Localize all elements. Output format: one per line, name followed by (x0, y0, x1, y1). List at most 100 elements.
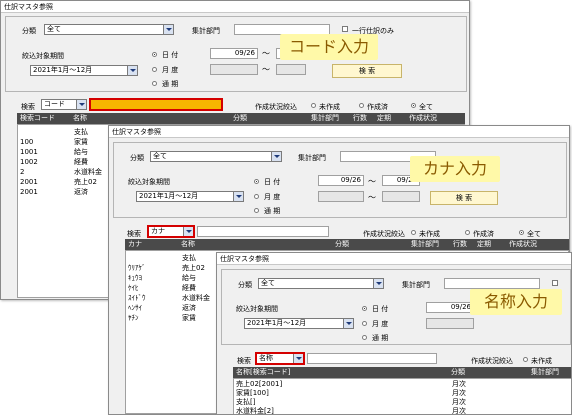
kana-input[interactable] (197, 226, 329, 237)
tsuki-radio[interactable] (362, 335, 367, 340)
hizuke-radio[interactable] (362, 306, 367, 311)
col-header[interactable]: 作成状況 (409, 113, 437, 124)
table-row[interactable]: 家賃[100] 月次 (234, 389, 571, 398)
list-header: 名称[検索コード] 分類 集計部門 (233, 367, 571, 378)
col-header[interactable]: 名称[検索コード] (236, 367, 290, 378)
col-header[interactable]: 行数 (353, 113, 367, 124)
col-header[interactable]: 定期 (377, 113, 391, 124)
row-name: 経費 (182, 284, 196, 292)
misakusei-label: 未作成 (531, 357, 552, 365)
month-to-input[interactable] (276, 64, 306, 75)
date-from-input[interactable]: 09/26 (210, 48, 258, 59)
zenbu-radio[interactable] (411, 103, 416, 108)
period-select[interactable]: 2021年1月～12月 (30, 65, 138, 76)
getsudo-label: 月 度 (264, 193, 281, 201)
row-name: 支払 (74, 128, 88, 136)
search-button[interactable]: 検 索 (430, 191, 498, 205)
chevron-down-icon (76, 100, 86, 109)
col-header[interactable]: 名称 (73, 113, 87, 124)
row-kana: ﾔﾁﾝ (128, 314, 139, 322)
bunrui-select[interactable]: 全て (44, 24, 174, 35)
date-from-input[interactable]: 09/26 (318, 175, 364, 186)
date-from-value: 09/26 (340, 176, 361, 184)
window-title: 仕訳マスタ参照 (109, 126, 569, 138)
misakusei-radio[interactable] (523, 357, 528, 362)
sakuseizumi-radio[interactable] (359, 103, 364, 108)
month-from-input[interactable] (210, 64, 258, 75)
month-from-input[interactable] (426, 318, 474, 329)
row-name: 水道料金[2] (236, 407, 274, 415)
sakusei-label: 作成状況絞込 (255, 103, 297, 111)
name-input[interactable] (307, 353, 437, 364)
kikan-label: 絞込対象期間 (236, 305, 278, 313)
search-mode-select[interactable]: カナ (147, 225, 195, 238)
date-from-input[interactable]: 09/26 (426, 302, 474, 313)
table-row[interactable]: 売上02[2001] 月次 (234, 380, 571, 389)
misakusei-radio[interactable] (411, 230, 416, 235)
tsuki-radio[interactable] (254, 208, 259, 213)
chevron-down-icon (271, 152, 281, 161)
row-name: 返済 (74, 188, 88, 196)
period-select[interactable]: 2021年1月～12月 (244, 318, 354, 329)
col-header[interactable]: 分類 (233, 113, 247, 124)
search-button[interactable]: 検 索 (332, 64, 402, 78)
col-header[interactable]: 行数 (453, 239, 467, 250)
col-header[interactable]: 集計部門 (311, 113, 339, 124)
col-header[interactable]: 検索コード (20, 113, 55, 124)
misakusei-label: 未作成 (319, 103, 340, 111)
row-name: 支払 (182, 254, 196, 262)
col-header[interactable]: カナ (128, 239, 142, 250)
month-to-input[interactable] (382, 191, 420, 202)
tilde: ～ (368, 193, 376, 202)
getsudo-radio[interactable] (362, 321, 367, 326)
kensaku-label: 検索 (237, 357, 251, 365)
row-category: 月次 (452, 389, 466, 397)
bunrui-select[interactable]: 全て (150, 151, 282, 162)
ichigyou-checkbox[interactable] (342, 26, 348, 32)
row-name: 家賃 (74, 138, 88, 146)
hizuke-radio[interactable] (254, 179, 259, 184)
getsudo-radio[interactable] (254, 194, 259, 199)
sakuseizumi-label: 作成済 (367, 103, 388, 111)
list-header: 検索コード 名称 分類 集計部門 行数 定期 作成状況 (17, 113, 465, 124)
zenbu-radio[interactable] (519, 230, 524, 235)
col-header[interactable]: 集計部門 (531, 367, 559, 378)
bunrui-value: 全て (153, 152, 167, 160)
search-mode-select[interactable]: 名称 (255, 352, 305, 365)
sakuseizumi-label: 作成済 (473, 230, 494, 238)
tilde: ～ (368, 177, 376, 186)
chevron-down-icon (293, 354, 303, 363)
sakusei-label: 作成状況絞込 (363, 230, 405, 238)
col-header[interactable]: 名称 (181, 239, 195, 250)
col-header[interactable]: 分類 (335, 239, 349, 250)
row-name: 給与 (182, 274, 196, 282)
table-row[interactable]: 支払[] 月次 (234, 398, 571, 407)
hizuke-radio[interactable] (152, 52, 157, 57)
row-name: 家賃[100] (236, 389, 269, 397)
sakuseizumi-radio[interactable] (465, 230, 470, 235)
row-name: 水道料金 (182, 294, 210, 302)
col-header[interactable]: 分類 (451, 367, 465, 378)
filter-panel: 分類 全て 集計部門 一行仕訳のみ 絞込対象期間 2021年1月～12月 日 付… (5, 16, 467, 92)
period-value: 2021年1月～12月 (247, 319, 307, 327)
row-name: 家賃 (182, 314, 196, 322)
search-mode-select[interactable]: コード (41, 99, 87, 110)
code-input[interactable] (89, 98, 223, 111)
bunrui-select[interactable]: 全て (258, 278, 384, 289)
result-list: 売上02[2001] 月次 家賃[100] 月次 支払[] 月次 水道料金[2] 月次 (233, 378, 571, 415)
col-header[interactable]: 定期 (477, 239, 491, 250)
hizuke-label: 日 付 (162, 51, 179, 59)
col-header[interactable]: 集計部門 (411, 239, 439, 250)
col-header[interactable]: 作成状況 (509, 239, 537, 250)
tsuki-radio[interactable] (152, 81, 157, 86)
month-from-input[interactable] (318, 191, 364, 202)
getsudo-radio[interactable] (152, 67, 157, 72)
table-row[interactable]: 水道料金[2] 月次 (234, 407, 571, 415)
shukei-input[interactable] (444, 278, 540, 289)
row-kana: ｽｲﾄﾞｳ (128, 294, 146, 302)
ichigyou-checkbox[interactable] (552, 280, 558, 286)
period-select[interactable]: 2021年1月～12月 (136, 191, 244, 202)
misakusei-radio[interactable] (311, 103, 316, 108)
tilde: ～ (262, 65, 270, 74)
shukei-label: 集計部門 (192, 27, 220, 35)
